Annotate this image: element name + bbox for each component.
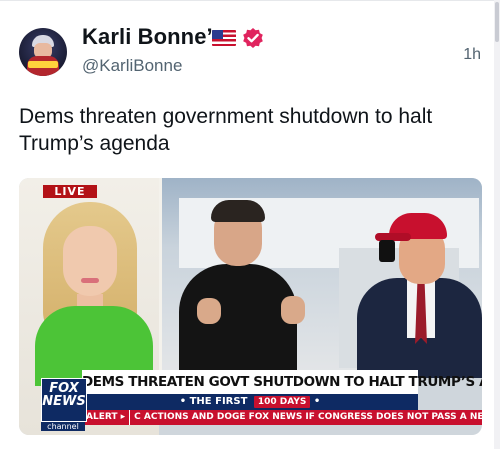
- chyron-headline: DEMS THREATEN GOVT SHUTDOWN TO HALT TRUM…: [82, 370, 482, 394]
- verified-badge-icon: [243, 28, 263, 48]
- fox-channel-label: channel: [41, 422, 85, 431]
- author-avatar[interactable]: [19, 28, 67, 76]
- post-media-image[interactable]: LIVE DEMS THREATEN GOVT SHUTDOWN TO HALT…: [19, 178, 482, 435]
- news-ticker: ALERT ▸ C ACTIONS AND DOGE FOX NEWS IF CO…: [82, 410, 482, 425]
- scrollbar-thumb[interactable]: [495, 2, 499, 42]
- ticker-alert: ALERT ▸: [82, 410, 131, 425]
- post-text: Dems threaten government shutdown to hal…: [19, 105, 433, 155]
- days-badge: 100 DAYS: [253, 396, 311, 408]
- post-timestamp[interactable]: 1h: [463, 46, 481, 64]
- phone-icon: [379, 240, 395, 262]
- top-divider: [0, 0, 500, 1]
- ticker-text: C ACTIONS AND DOGE FOX NEWS IF CONGRESS …: [134, 412, 482, 422]
- chyron-subhead: • THE FIRST 100 DAYS •: [82, 394, 418, 410]
- live-badge: LIVE: [43, 185, 97, 198]
- fox-news-logo: FOX NEWS: [41, 378, 87, 422]
- man-in-black-figure: [179, 264, 297, 378]
- author-name[interactable]: Karli Bonne’: [82, 24, 213, 50]
- author-handle[interactable]: @KarliBonne: [82, 56, 182, 76]
- scrollbar[interactable]: [494, 0, 500, 449]
- us-flag-icon: [212, 30, 236, 46]
